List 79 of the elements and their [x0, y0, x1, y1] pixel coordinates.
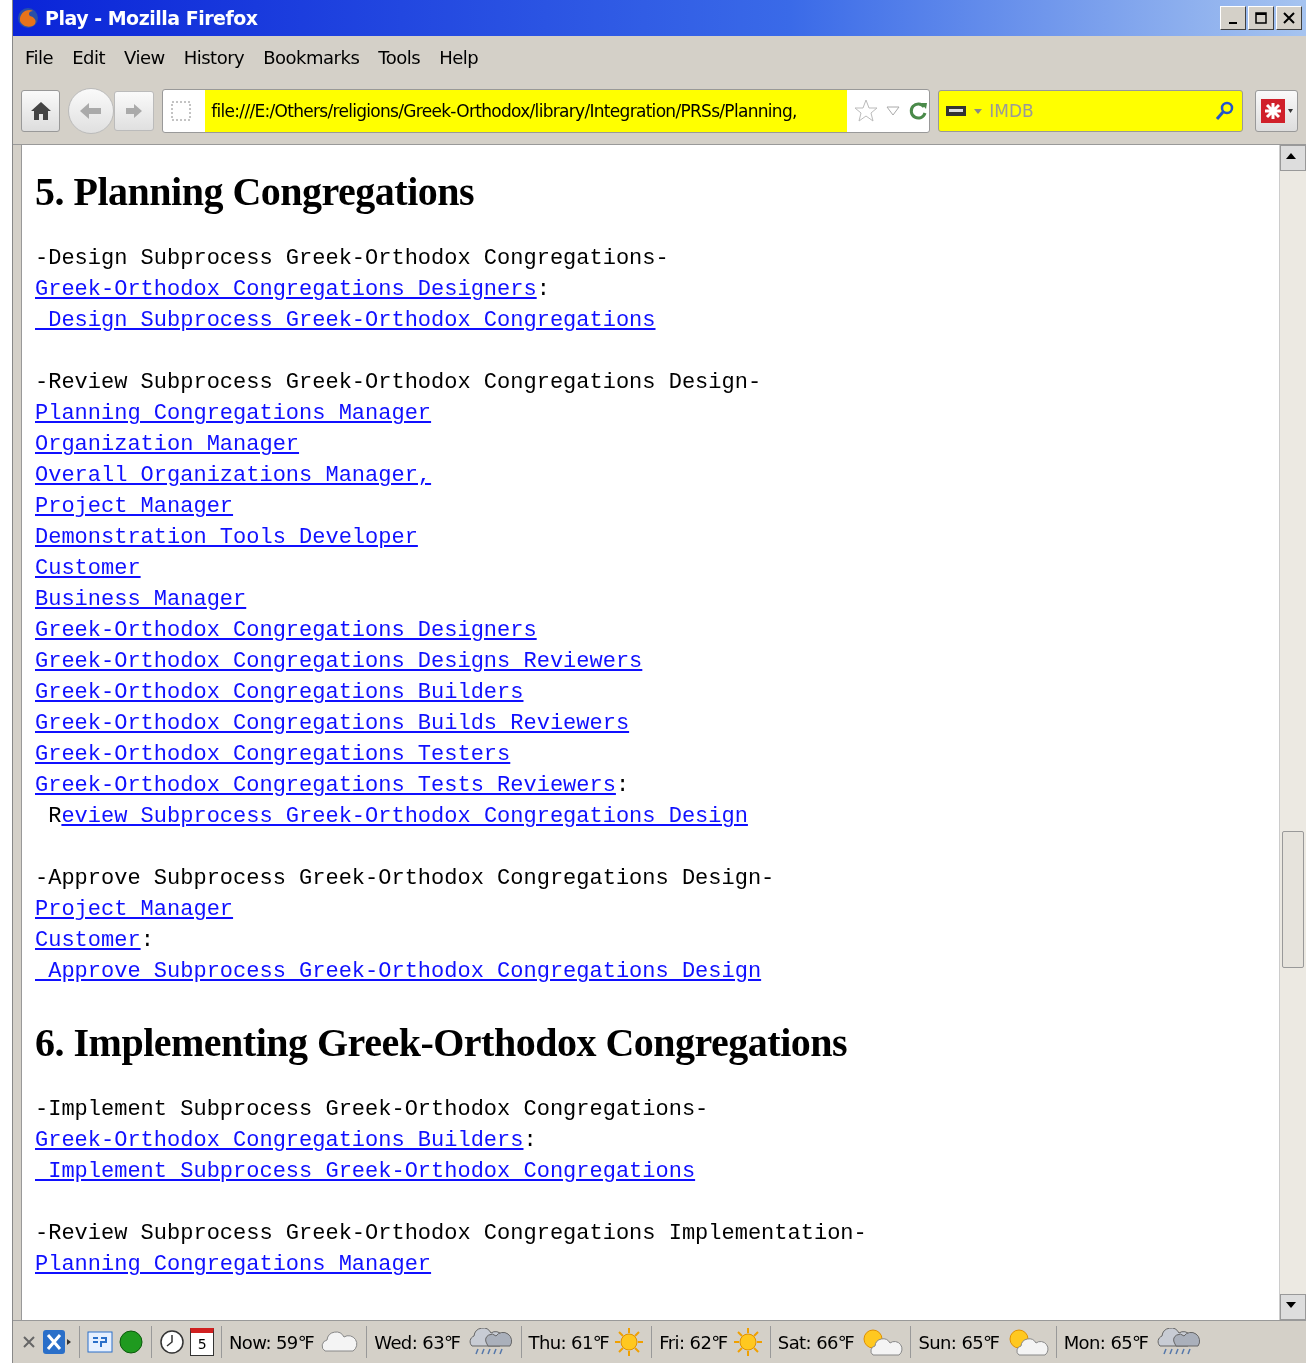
weather-forecast: Wed: 63℉ [374, 1331, 461, 1353]
text-line: -Approve Subprocess Greek-Orthodox Congregations Design- [35, 866, 775, 891]
scrollbar[interactable] [1279, 145, 1306, 1320]
maximize-icon [1255, 12, 1267, 24]
text-line: R [47, 804, 62, 829]
window-title: Play - Mozilla Firefox [45, 7, 258, 29]
scroll-up-icon[interactable] [1280, 145, 1306, 171]
menu-item[interactable]: File [19, 46, 67, 68]
weather-forecast: Thu: 61℉ [528, 1331, 610, 1353]
close-icon [1283, 12, 1295, 24]
weather-forecast: Fri: 62℉ [659, 1331, 728, 1353]
addon-icon [1259, 98, 1294, 124]
link[interactable]: Overall Organizations Manager, [35, 463, 432, 488]
link[interactable]: Customer [35, 928, 141, 953]
link[interactable]: Planning Congregations Manager [35, 1252, 432, 1277]
menu-item[interactable]: Edit [66, 46, 118, 68]
link[interactable]: Design Subprocess Greek-Orthodox Congregations [35, 308, 656, 333]
text-line: -Review Subprocess Greek-Orthodox Congregations Design- [35, 370, 762, 395]
firefox-logo-icon [17, 7, 39, 29]
scroll-down-icon[interactable] [1280, 1294, 1306, 1320]
menu-item[interactable]: History [177, 46, 258, 68]
link[interactable]: Greek-Orthodox Congregations Builders [35, 1128, 524, 1153]
text-line: -Review Subprocess Greek-Orthodox Congregations Implementation- [35, 1221, 867, 1246]
menu-item[interactable]: View [118, 46, 178, 68]
search-input[interactable]: IMDB [987, 100, 1211, 122]
caret-icon [973, 107, 984, 115]
weather-forecast: Sun: 65℉ [918, 1331, 1000, 1353]
text-line: -Design Subprocess Greek-Orthodox Congregations- [35, 246, 669, 271]
sun-icon [732, 1327, 763, 1357]
link[interactable]: Demonstration Tools Developer [35, 525, 418, 550]
close-icon[interactable] [21, 1334, 37, 1350]
close-button[interactable] [1276, 6, 1302, 30]
menu-item[interactable]: Help [433, 46, 492, 68]
search-field[interactable]: IMDB [938, 90, 1244, 132]
link[interactable]: Greek-Orthodox Congregations Designs Reviewers [35, 649, 643, 674]
link[interactable]: Greek-Orthodox Congregations Builds Reviewers [35, 711, 630, 736]
link[interactable]: Project Manager [35, 494, 234, 519]
maximize-button[interactable] [1248, 6, 1274, 30]
text-line: : [523, 1128, 537, 1153]
star-icon[interactable] [853, 98, 880, 124]
text-line: : [140, 928, 154, 953]
text-line: : [615, 773, 630, 798]
minimize-button[interactable] [1220, 6, 1246, 30]
page-icon [169, 99, 194, 123]
link[interactable]: Greek-Orthodox Congregations Builders [35, 680, 524, 705]
weather-forecast: Mon: 65℉ [1063, 1331, 1149, 1353]
link[interactable]: Approve Subprocess Greek-Orthodox Congregations Design [35, 959, 762, 984]
clock-icon[interactable] [159, 1329, 185, 1355]
link[interactable]: Project Manager [35, 897, 234, 922]
addon-button[interactable] [1255, 90, 1298, 132]
link[interactable]: Planning Congregations Manager [35, 401, 432, 426]
calendar-icon[interactable]: 5 [190, 1328, 214, 1356]
sp-icon[interactable] [87, 1330, 113, 1354]
link[interactable]: eview Subprocess Greek-Orthodox Congregations Design [61, 804, 748, 829]
address-bar[interactable]: file:///E:/Others/religions/Greek-Orthodox/library/Integration/PRSs/Planning, [162, 89, 931, 133]
link[interactable]: Business Manager [35, 587, 247, 612]
reload-icon[interactable] [907, 100, 930, 122]
link[interactable]: Organization Manager [35, 432, 300, 457]
menu-item[interactable]: Bookmarks [257, 46, 373, 68]
menu-item[interactable]: Tools [372, 46, 434, 68]
globe-icon[interactable] [118, 1329, 144, 1355]
section-heading: 6. Implementing Greek-Orthodox Congregations [35, 1019, 849, 1067]
cloud-icon [319, 1329, 360, 1355]
text-line: : [536, 277, 550, 302]
link[interactable]: Implement Subprocess Greek-Orthodox Congregations [35, 1159, 696, 1184]
minimize-icon [1229, 22, 1237, 24]
link[interactable]: Customer [35, 556, 141, 581]
weather-forecast: Sat: 66℉ [777, 1331, 855, 1353]
link[interactable]: Greek-Orthodox Congregations Designers [35, 618, 537, 643]
sun-icon [614, 1327, 645, 1357]
weather-forecast: Now: 59℉ [229, 1331, 315, 1353]
home-button[interactable] [21, 90, 61, 132]
link[interactable]: Greek-Orthodox Congregations Designers [35, 277, 537, 302]
link[interactable]: Greek-Orthodox Congregations Tests Reviewers [35, 773, 616, 798]
scroll-thumb[interactable] [1282, 831, 1304, 968]
url-text: file:///E:/Others/religions/Greek-Orthodox/library/Integration/PRSs/Planning, [205, 90, 848, 132]
link[interactable]: Greek-Orthodox Congregations Testers [35, 742, 511, 767]
text-line: -Implement Subprocess Greek-Orthodox Congregations- [35, 1097, 709, 1122]
section-heading: 5. Planning Congregations [35, 168, 476, 216]
